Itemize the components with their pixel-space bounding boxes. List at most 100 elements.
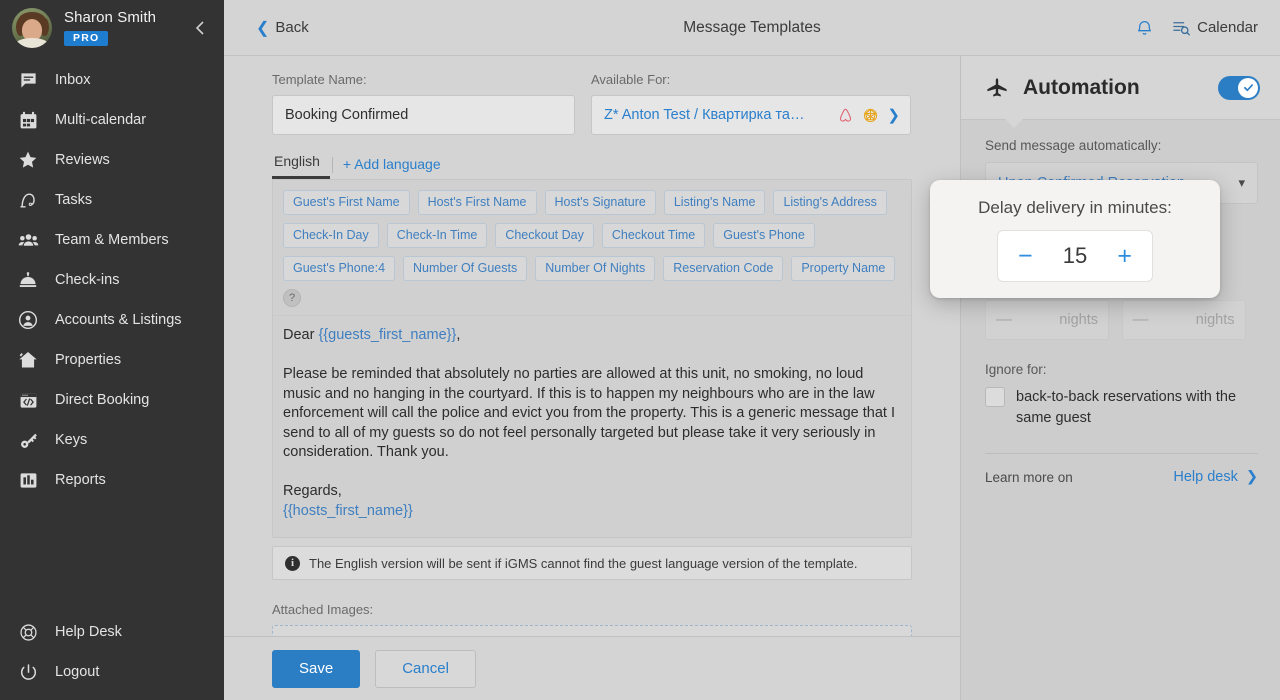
delay-minutes-value: 15: [1062, 243, 1088, 268]
ignore-option-row: back-to-back reservations with the same …: [985, 387, 1258, 429]
decrement-button[interactable]: −: [1018, 243, 1033, 269]
increment-button[interactable]: +: [1117, 243, 1132, 269]
chevron-left-icon: ❮: [256, 19, 270, 37]
delay-delivery-popup: Delay delivery in minutes: − 15 +: [930, 180, 1220, 298]
sidebar-item-reviews[interactable]: Reviews: [0, 140, 224, 180]
sidebar-user-block[interactable]: Sharon Smith PRO: [0, 0, 224, 56]
available-for-label: Available For:: [591, 72, 671, 87]
tab-english[interactable]: English: [272, 153, 330, 179]
sidebar-item-label: Check-ins: [55, 272, 120, 288]
calendar-button[interactable]: Calendar: [1172, 19, 1258, 37]
power-icon: [14, 661, 42, 683]
token[interactable]: Number Of Nights: [535, 256, 656, 281]
app-root: Sharon Smith PRO Inbox Multi-calendar Re…: [0, 0, 1280, 700]
back-button[interactable]: ❮ Back: [256, 18, 309, 38]
available-for-value: Z* Anton Test / Квартирка та…: [604, 107, 805, 123]
airplane-icon: [985, 76, 1009, 100]
account-circle-icon: [14, 309, 42, 331]
sidebar-item-reports[interactable]: Reports: [0, 460, 224, 500]
available-for-selector[interactable]: Z* Anton Test / Квартирка та… ❯: [591, 95, 911, 135]
token[interactable]: Number Of Guests: [403, 256, 528, 281]
sidebar-item-team-members[interactable]: Team & Members: [0, 220, 224, 260]
bar-chart-icon: [14, 469, 42, 491]
key-icon: [14, 429, 42, 451]
ignore-back-to-back-checkbox[interactable]: [985, 387, 1005, 407]
help-desk-link[interactable]: Help desk ❯: [1173, 469, 1258, 485]
chevron-left-icon[interactable]: [192, 18, 210, 38]
token[interactable]: Guest's Phone:4: [283, 256, 396, 281]
token[interactable]: Guest's First Name: [283, 190, 410, 215]
message-editor: Guest's First Name Host's First Name Hos…: [272, 179, 912, 538]
token[interactable]: Check-In Day: [283, 223, 379, 248]
token[interactable]: Checkout Day: [495, 223, 594, 248]
sidebar-item-keys[interactable]: Keys: [0, 420, 224, 460]
token[interactable]: Check-In Time: [386, 223, 488, 248]
min-nights-input[interactable]: — nights: [985, 300, 1109, 340]
save-button[interactable]: Save: [272, 649, 361, 688]
variable-token-list: Guest's First Name Host's First Name Hos…: [273, 180, 911, 315]
divider: [331, 157, 333, 173]
template-form-column: Template Name: Available For: Z* Anton T…: [224, 56, 960, 700]
image-dropzone[interactable]: Click to select images or drag and drop …: [272, 625, 912, 636]
delay-minutes-stepper[interactable]: − 15 +: [997, 230, 1153, 282]
token[interactable]: Host's First Name: [417, 190, 537, 215]
chevron-right-icon: ❯: [887, 107, 900, 124]
check-icon: [1238, 77, 1258, 98]
sidebar-item-label: Properties: [55, 352, 122, 368]
minus-icon: —: [1132, 311, 1149, 328]
attached-images-label: Attached Images:: [272, 602, 374, 617]
greeting-suffix: ,: [456, 327, 461, 343]
automation-header: Automation: [961, 56, 1280, 120]
cancel-button[interactable]: Cancel: [375, 649, 476, 688]
max-nights-input[interactable]: — nights: [1121, 300, 1246, 340]
automation-title: Automation: [1023, 75, 1140, 99]
code-window-icon: [14, 389, 42, 411]
sidebar-item-check-ins[interactable]: Check-ins: [0, 260, 224, 300]
sidebar-item-multi-calendar[interactable]: Multi-calendar: [0, 100, 224, 140]
sidebar-item-label: Keys: [55, 432, 88, 448]
sidebar-item-logout[interactable]: Logout: [0, 652, 224, 692]
delay-popup-title: Delay delivery in minutes:: [978, 198, 1172, 217]
token[interactable]: Property Name: [791, 256, 896, 281]
home-icon: [14, 349, 42, 371]
message-body-editor[interactable]: Dear {{guests_first_name}}, Please be re…: [273, 315, 911, 537]
sidebar-item-inbox[interactable]: Inbox: [0, 60, 224, 100]
automation-toggle[interactable]: [1218, 75, 1260, 100]
minus-icon: —: [996, 311, 1012, 328]
vacuum-icon: [14, 189, 42, 211]
sidebar-item-properties[interactable]: Properties: [0, 340, 224, 380]
ignore-for-label: Ignore for:: [985, 362, 1047, 377]
token[interactable]: Checkout Time: [601, 223, 706, 248]
sidebar-bottom-nav: Help Desk Logout: [0, 612, 224, 692]
add-language-button[interactable]: + Add language: [343, 156, 441, 179]
language-note: i The English version will be sent if iG…: [272, 546, 912, 580]
bell-icon[interactable]: [1135, 18, 1154, 38]
form-scroll-area[interactable]: Template Name: Available For: Z* Anton T…: [224, 56, 960, 636]
sidebar-item-tasks[interactable]: Tasks: [0, 180, 224, 220]
topbar-actions: Calendar: [1135, 18, 1280, 38]
automation-body: Send message automatically: Upon Confirm…: [961, 119, 1280, 485]
template-name-input[interactable]: [272, 95, 575, 135]
bell-service-icon: [14, 269, 42, 291]
token[interactable]: Listing's Name: [663, 190, 766, 215]
token[interactable]: Listing's Address: [773, 190, 887, 215]
star-icon: [14, 149, 42, 171]
greeting-prefix: Dear: [283, 327, 319, 343]
pro-badge: PRO: [64, 30, 109, 47]
signoff: Regards,: [283, 483, 342, 499]
sidebar-item-help-desk[interactable]: Help Desk: [0, 612, 224, 652]
calendar-search-icon: [1172, 19, 1191, 37]
sidebar-item-label: Multi-calendar: [55, 112, 147, 128]
token[interactable]: Host's Signature: [544, 190, 656, 215]
sidebar-item-label: Accounts & Listings: [55, 312, 182, 328]
token[interactable]: Guest's Phone: [713, 223, 815, 248]
sidebar-item-direct-booking[interactable]: Direct Booking: [0, 380, 224, 420]
divider: [985, 453, 1258, 454]
homeaway-icon: [862, 107, 879, 124]
help-icon[interactable]: ?: [283, 289, 301, 307]
sidebar-item-label: Direct Booking: [55, 392, 150, 408]
sidebar-item-accounts-listings[interactable]: Accounts & Listings: [0, 300, 224, 340]
template-name-label: Template Name:: [272, 72, 367, 87]
send-automatically-label: Send message automatically:: [985, 138, 1162, 153]
token[interactable]: Reservation Code: [663, 256, 784, 281]
